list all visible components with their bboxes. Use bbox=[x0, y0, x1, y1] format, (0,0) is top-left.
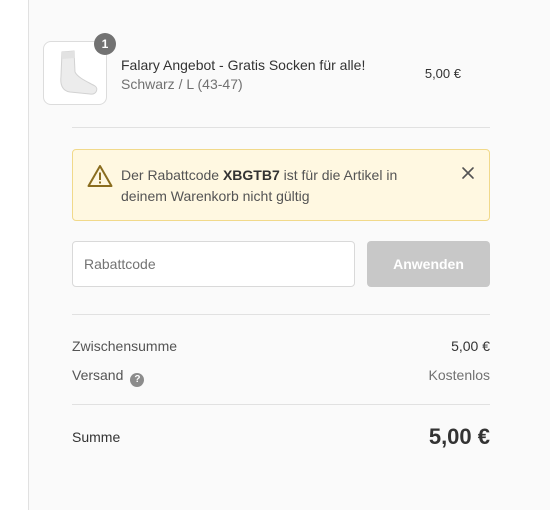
total-value: 5,00 € bbox=[428, 424, 490, 449]
help-icon[interactable]: ? bbox=[130, 373, 145, 387]
shipping-value: Kostenlos bbox=[428, 367, 490, 383]
shipping-label: Versand bbox=[72, 367, 124, 383]
divider bbox=[72, 314, 490, 315]
quantity-badge: 1 bbox=[94, 33, 116, 55]
banner-message: Der Rabattcode XBGTB7 ist für die Artike… bbox=[121, 165, 441, 207]
close-icon[interactable] bbox=[461, 166, 475, 180]
product-name: Falary Angebot - Gratis Socken für alle! bbox=[121, 57, 366, 73]
subtotal-label: Zwischensumme bbox=[72, 338, 178, 354]
main-content-edge bbox=[0, 0, 29, 510]
discount-error-banner: Der Rabattcode XBGTB7 ist für die Artike… bbox=[72, 149, 490, 221]
cart-line-item: 1 Falary Angebot - Gratis Socken für all… bbox=[43, 33, 461, 105]
apply-discount-button[interactable]: Anwenden bbox=[367, 241, 490, 287]
divider bbox=[72, 404, 490, 405]
divider bbox=[72, 127, 490, 128]
warning-icon bbox=[87, 165, 113, 187]
sock-icon bbox=[60, 50, 98, 95]
product-variant: Schwarz / L (43-47) bbox=[121, 76, 243, 92]
banner-text-prefix: Der Rabattcode bbox=[121, 167, 223, 183]
discount-code-input[interactable] bbox=[72, 241, 355, 287]
subtotal-value: 5,00 € bbox=[451, 338, 490, 354]
discount-code: XBGTB7 bbox=[222, 167, 280, 183]
product-price: 5,00 € bbox=[424, 66, 461, 81]
total-label: Summe bbox=[72, 429, 121, 445]
product-thumbnail: 1 bbox=[43, 33, 116, 105]
shipping-label-group: Versand? bbox=[72, 367, 145, 387]
